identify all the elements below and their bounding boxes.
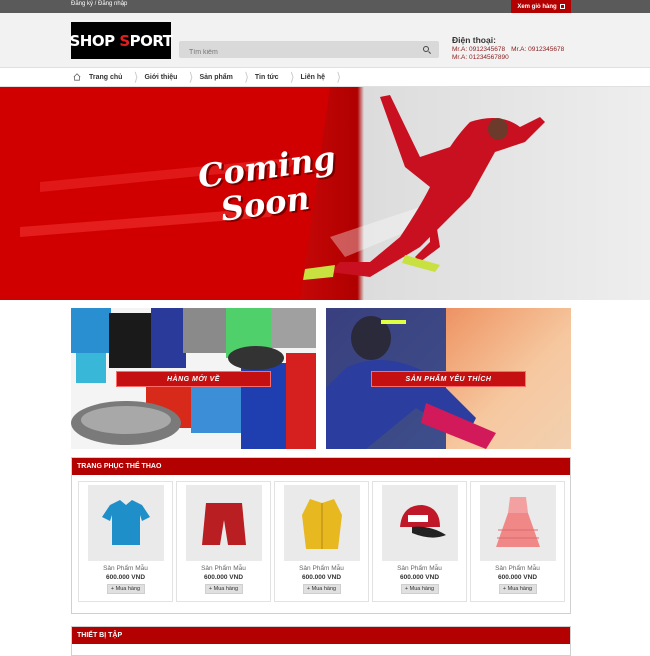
phone-info: Điện thoại: Mr.A: 0912345678 Mr.A: 09123…: [452, 35, 564, 62]
nav-item-products[interactable]: Sản phẩm ⟩: [199, 70, 254, 84]
nav-item-label: Sản phẩm: [199, 74, 233, 81]
product-price: 600.000 VND: [105, 574, 146, 581]
product-price: 600.000 VND: [203, 574, 244, 581]
nav-item-about[interactable]: Giới thiệu ⟩: [144, 70, 199, 84]
view-cart-button[interactable]: Xem giỏ hàng: [511, 0, 571, 13]
product-card[interactable]: Sản Phẩm Mẫu 600.000 VND + Mua hàng: [372, 481, 467, 602]
header: SHOP S PORT Điện thoại: Mr.A: 0912345678…: [0, 13, 650, 67]
buy-button[interactable]: + Mua hàng: [106, 584, 145, 594]
nav-item-home[interactable]: Trang chủ ⟩: [89, 70, 144, 84]
product-name: Sản Phẩm Mẫu: [397, 565, 442, 572]
hero-banner[interactable]: Coming Soon: [0, 87, 650, 300]
separator-icon: ⟩: [188, 70, 194, 84]
phone-number: Mr.A: 0912345678: [511, 46, 565, 53]
home-icon[interactable]: [73, 73, 81, 81]
nav-item-label: Tin tức: [254, 74, 279, 81]
top-bar: Đăng ký / Đăng nhập Xem giỏ hàng: [0, 0, 650, 13]
product-price: 600.000 VND: [301, 574, 342, 581]
buy-button[interactable]: + Mua hàng: [400, 584, 439, 594]
logo[interactable]: SHOP S PORT: [69, 22, 173, 59]
search-box: [179, 41, 439, 61]
product-card[interactable]: Sản Phẩm Mẫu 600.000 VND + Mua hàng: [470, 481, 565, 602]
promo-label: SẢN PHẨM YÊU THÍCH: [371, 371, 526, 387]
logo-text-2: PORT: [129, 31, 173, 50]
cart-label: Xem giỏ hàng: [517, 3, 557, 10]
promo-favorites[interactable]: SẢN PHẨM YÊU THÍCH: [326, 308, 571, 449]
product-name: Sản Phẩm Mẫu: [495, 565, 540, 572]
promo-label: HÀNG MỚI VỀ: [116, 371, 271, 387]
promo-new-arrivals[interactable]: HÀNG MỚI VỀ: [71, 308, 316, 449]
main-nav: Trang chủ ⟩ Giới thiệu ⟩ Sản phẩm ⟩ Tin tức…: [0, 67, 650, 87]
buy-button[interactable]: + Mua hàng: [302, 584, 341, 594]
product-card[interactable]: Sản Phẩm Mẫu 600.000 VND + Mua hàng: [176, 481, 271, 602]
auth-link[interactable]: Đăng ký / Đăng nhập: [71, 1, 127, 7]
section-title: TRANG PHỤC THỂ THAO: [72, 458, 570, 475]
cart-icon: [559, 4, 565, 9]
phone-number: Mr.A: 01234567890: [452, 54, 509, 61]
separator-icon: ⟩: [133, 70, 139, 84]
product-price: 600.000 VND: [497, 574, 538, 581]
nav-item-label: Giới thiệu: [144, 74, 178, 81]
nav-item-label: Liên hệ: [300, 74, 326, 81]
product-price: 600.000 VND: [399, 574, 440, 581]
product-name: Sản Phẩm Mẫu: [299, 565, 344, 572]
product-card[interactable]: Sản Phẩm Mẫu 600.000 VND + Mua hàng: [274, 481, 369, 602]
product-name: Sản Phẩm Mẫu: [201, 565, 246, 572]
nav-item-news[interactable]: Tin tức ⟩: [254, 70, 301, 84]
search-input[interactable]: [179, 44, 409, 61]
product-section-apparel: TRANG PHỤC THỂ THAO Sản Phẩm Mẫu 600.000…: [71, 457, 571, 614]
section-title: THIẾT BỊ TẬP: [72, 627, 570, 644]
skirt-image: [479, 485, 556, 561]
product-card[interactable]: Sản Phẩm Mẫu 600.000 VND + Mua hàng: [78, 481, 173, 602]
phone-title: Điện thoại:: [452, 35, 496, 45]
phone-number: Mr.A: 0912345678: [452, 46, 506, 53]
separator-icon: ⟩: [244, 70, 249, 84]
product-section-equipment: THIẾT BỊ TẬP: [71, 626, 571, 656]
logo-text-s: S: [119, 31, 130, 50]
nav-item-contact[interactable]: Liên hệ ⟩: [300, 70, 348, 84]
product-name: Sản Phẩm Mẫu: [103, 565, 148, 572]
jacket-image: [283, 485, 360, 561]
buy-button[interactable]: + Mua hàng: [204, 584, 243, 594]
logo-text-1: SHOP: [69, 31, 120, 50]
nav-item-label: Trang chủ: [89, 74, 123, 81]
cap-image: [381, 485, 458, 561]
separator-icon: ⟩: [336, 70, 342, 84]
shorts-image: [185, 485, 262, 561]
buy-button[interactable]: + Mua hàng: [498, 584, 537, 594]
search-icon[interactable]: [423, 46, 429, 52]
polo-shirt-image: [87, 485, 164, 561]
separator-icon: ⟩: [289, 70, 295, 84]
